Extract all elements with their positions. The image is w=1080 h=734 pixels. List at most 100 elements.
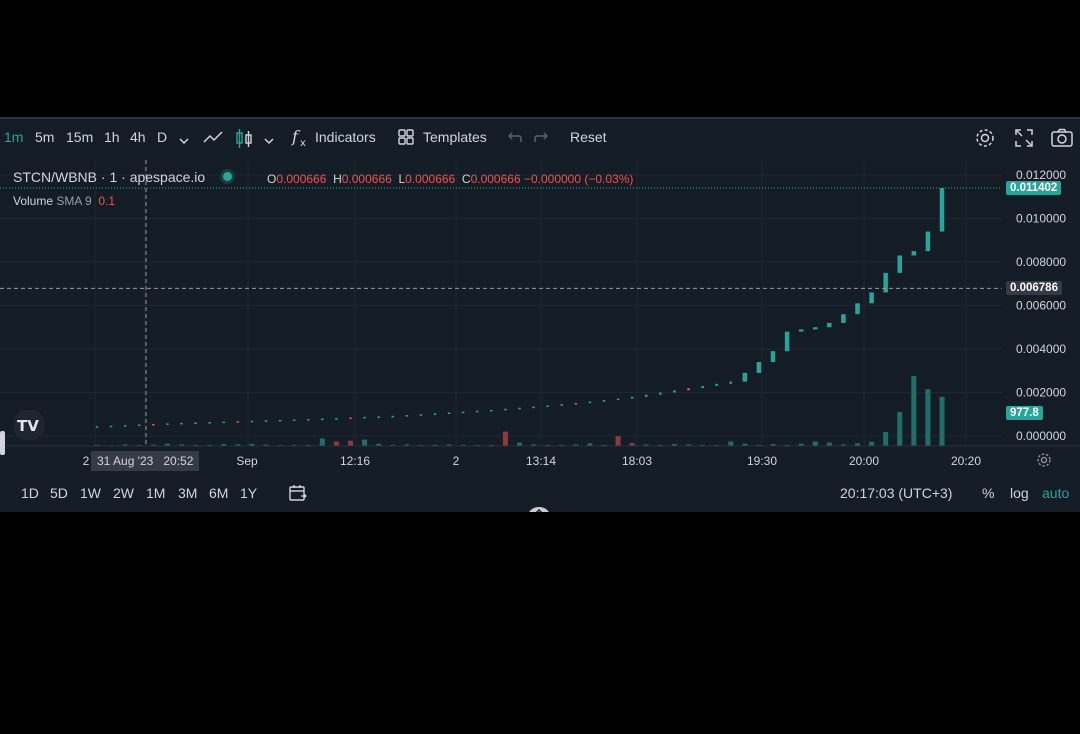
sidebar-expand-handle[interactable] xyxy=(0,431,6,460)
symbol-source: apespace.io xyxy=(129,169,206,185)
interval-15m[interactable]: 15m xyxy=(66,129,93,145)
price-axis-label: 0.012000 xyxy=(1016,168,1066,182)
candle xyxy=(939,188,945,232)
candle xyxy=(95,426,99,428)
interval-d[interactable]: D xyxy=(157,129,167,145)
time-axis-label: 2 xyxy=(83,454,90,468)
auto-scale-toggle[interactable]: auto xyxy=(1042,485,1069,501)
last-price-tag: 0.011402 xyxy=(1006,181,1062,195)
candle xyxy=(687,388,690,391)
candle xyxy=(715,383,718,386)
interval-1h[interactable]: 1h xyxy=(104,129,120,145)
low-value: 0.000666 xyxy=(405,172,456,186)
volume-bar xyxy=(812,441,818,446)
log-scale-toggle[interactable]: log xyxy=(1010,485,1029,501)
volume-label[interactable]: Volume xyxy=(13,194,53,208)
candle xyxy=(855,303,860,315)
candle xyxy=(784,331,790,352)
high-value: 0.000666 xyxy=(341,172,392,186)
volume-bar xyxy=(362,439,368,446)
candle xyxy=(841,314,846,323)
volume-bar xyxy=(502,431,508,446)
candle xyxy=(138,424,141,426)
price-axis-label: 0.008000 xyxy=(1016,255,1066,269)
tradingview-logo-icon[interactable]: TV xyxy=(10,409,50,445)
line-chart-icon[interactable] xyxy=(202,128,224,153)
range-2w[interactable]: 2W xyxy=(113,485,134,501)
symbol-interval: 1 xyxy=(109,169,118,185)
range-3m[interactable]: 3M xyxy=(178,485,197,501)
price-axis-label: 0.006000 xyxy=(1016,299,1066,313)
range-1w[interactable]: 1W xyxy=(80,485,101,501)
reset-button[interactable]: Reset xyxy=(570,129,607,145)
candle xyxy=(546,405,549,408)
bottom-toolbar: 1D 5D 1W 2W 1M 3M 6M 1Y 20:17:03 (UTC+3)… xyxy=(0,477,1080,512)
candle xyxy=(602,400,606,402)
undo-icon[interactable] xyxy=(505,128,523,151)
indicators-button[interactable]: Indicators xyxy=(315,129,376,145)
templates-button[interactable]: Templates xyxy=(423,129,487,145)
interval-dropdown-chevron-icon[interactable] xyxy=(178,133,190,151)
ohlc-values: O0.000666 H0.000666 L0.000666 C0.000666 … xyxy=(267,172,634,186)
fullscreen-icon[interactable] xyxy=(1014,128,1034,153)
candle xyxy=(123,425,127,427)
price-axis-label: 0.002000 xyxy=(1016,386,1066,400)
redo-icon[interactable] xyxy=(533,128,551,151)
market-status-dot-icon xyxy=(223,172,233,181)
clock-timezone[interactable]: 20:17:03 (UTC+3) xyxy=(840,485,952,501)
candle xyxy=(307,419,310,421)
range-1m[interactable]: 1M xyxy=(146,485,165,501)
volume-bar xyxy=(319,438,325,446)
candle xyxy=(447,412,451,415)
volume-value-tag: 977.8 xyxy=(1006,406,1043,420)
price-axis-label: 0.000000 xyxy=(1016,429,1066,443)
chart-app: 0.012000 0.010000 0.008000 0.006000 0.004000… xyxy=(0,117,1080,512)
candle xyxy=(813,327,818,330)
volume-bar xyxy=(615,436,621,446)
candle xyxy=(659,392,662,395)
open-value: 0.000666 xyxy=(276,172,327,186)
interval-1m[interactable]: 1m xyxy=(4,129,23,145)
candle xyxy=(363,416,366,419)
chart-type-chevron-icon[interactable] xyxy=(263,133,275,151)
candle xyxy=(476,410,479,413)
volume-bar xyxy=(826,442,832,446)
candlestick-chart-icon[interactable] xyxy=(234,128,254,155)
camera-snapshot-icon[interactable] xyxy=(1050,127,1074,154)
candle xyxy=(869,292,874,304)
candle xyxy=(616,398,620,401)
volume-bar xyxy=(348,440,353,446)
range-1y[interactable]: 1Y xyxy=(240,485,257,501)
percent-scale-toggle[interactable]: % xyxy=(982,485,994,501)
candle xyxy=(504,408,507,411)
candle xyxy=(109,425,113,428)
crosshair-date-label: 31 Aug '23 20:52 xyxy=(91,451,200,471)
candle xyxy=(798,329,804,332)
crosshair-price-tag: 0.006786 xyxy=(1006,281,1062,295)
scroll-down-handle[interactable] xyxy=(528,503,550,512)
candle xyxy=(194,422,197,425)
candle xyxy=(208,422,211,424)
range-5d[interactable]: 5D xyxy=(50,485,68,501)
svg-text:x: x xyxy=(300,138,306,149)
interval-5m[interactable]: 5m xyxy=(35,129,54,145)
interval-4h[interactable]: 4h xyxy=(130,129,146,145)
range-6m[interactable]: 6M xyxy=(209,485,228,501)
templates-icon[interactable] xyxy=(397,128,415,151)
candle xyxy=(490,409,493,412)
calendar-goto-date-icon[interactable] xyxy=(288,484,308,507)
candle xyxy=(180,422,183,425)
volume-bar xyxy=(883,432,889,446)
candle xyxy=(883,272,888,293)
candle xyxy=(645,394,648,397)
range-1d[interactable]: 1D xyxy=(21,485,39,501)
indicators-fx-icon[interactable]: fx xyxy=(290,127,310,154)
candle xyxy=(405,415,409,417)
symbol-name[interactable]: STCN/WBNB xyxy=(13,169,97,185)
candle xyxy=(518,407,521,410)
settings-gear-icon[interactable] xyxy=(974,127,996,154)
candle xyxy=(574,402,578,405)
candle xyxy=(742,372,748,382)
axis-settings-gear-icon[interactable] xyxy=(1036,452,1052,473)
symbol-legend: STCN/WBNB · 1 · apespace.io xyxy=(13,169,233,185)
